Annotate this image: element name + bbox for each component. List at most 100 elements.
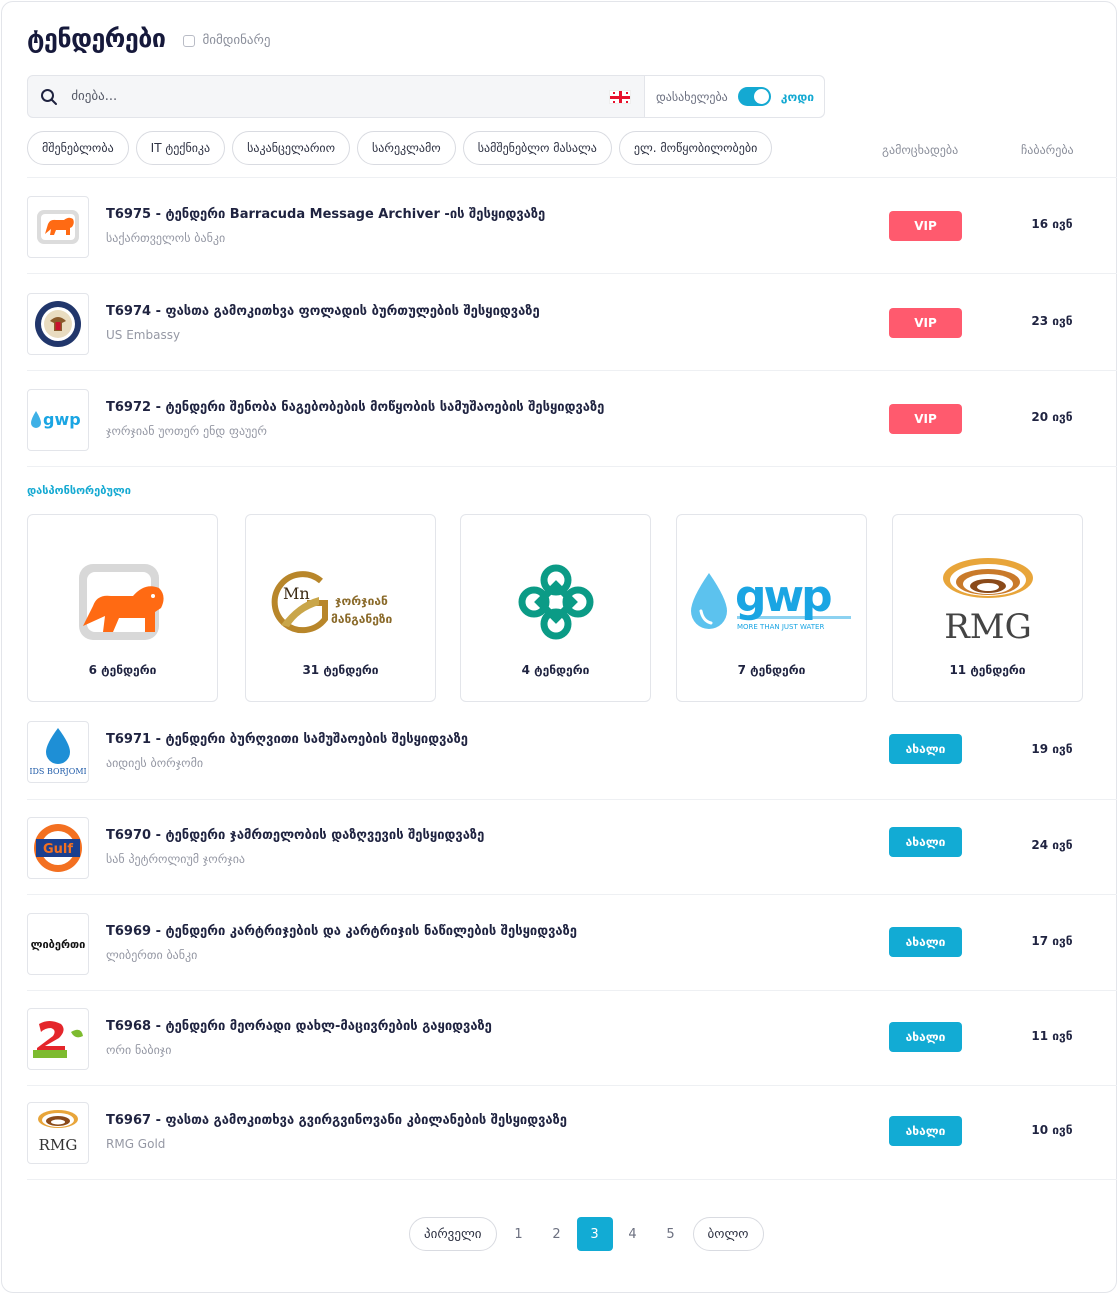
column-announce[interactable]: გამოცხადება — [882, 143, 958, 157]
toggle-label-code[interactable]: კოდი — [781, 90, 814, 104]
search-icon[interactable] — [28, 76, 69, 117]
sponsored-count: 7 ტენდერი — [737, 663, 806, 677]
sponsored-count: 6 ტენდერი — [88, 663, 157, 677]
tender-row[interactable]: Gulf T6970 - ტენდერი ჯამრთელობის დაზღვევ… — [27, 817, 1107, 879]
tender-title[interactable]: T6971 - ტენდერი ბურღვითი სამუშაოების შეს… — [106, 732, 468, 747]
gwp-logo-icon: gwp MORE THAN JUST WATER — [677, 547, 866, 657]
gulf-logo-icon: Gulf — [27, 817, 89, 879]
svg-text:ლიბერთი: ლიბერთი — [31, 938, 86, 951]
tender-title[interactable]: T6970 - ტენდერი ჯამრთელობის დაზღვევის შე… — [106, 828, 484, 843]
tender-row[interactable]: RMG T6967 - ფასთა გამოკითხვა გვირგვინოვა… — [27, 1102, 1107, 1164]
tender-deadline: 10 ივნ — [1031, 1123, 1073, 1137]
page-title: ტენდერები — [27, 24, 166, 53]
divider — [27, 990, 1117, 991]
search-input[interactable] — [69, 76, 590, 117]
tender-deadline: 17 ივნ — [1031, 934, 1073, 948]
svg-text:Gulf: Gulf — [43, 842, 73, 857]
search-mode-toggle[interactable] — [737, 87, 771, 106]
page-number[interactable]: 2 — [539, 1217, 575, 1251]
svg-text:მანგანეზი: მანგანეზი — [331, 612, 392, 626]
svg-text:ჯორჯიან: ჯორჯიან — [335, 594, 388, 608]
svg-text:MORE THAN JUST WATER: MORE THAN JUST WATER — [737, 623, 824, 631]
page-number[interactable]: 5 — [653, 1217, 689, 1251]
tender-title[interactable]: T6972 - ტენდერი შენობა ნაგებობების მოწყო… — [106, 400, 604, 415]
ids-borjomi-icon: IDS BORJOMI — [27, 721, 89, 783]
svg-text:gwp: gwp — [43, 410, 81, 429]
toggle-label-name[interactable]: დასახელება — [656, 90, 728, 104]
current-checkbox[interactable] — [183, 34, 196, 47]
status-badge: ახალი — [889, 927, 962, 957]
category-chip[interactable]: საკანცელარიო — [232, 131, 351, 165]
status-badge: ახალი — [889, 827, 962, 857]
tender-title[interactable]: T6969 - ტენდერი კარტრიჯების და კარტრიჯის… — [106, 924, 577, 939]
first-page-button[interactable]: პირველი — [409, 1217, 497, 1251]
divider — [27, 177, 1117, 178]
search-bar: დასახელება კოდი — [27, 75, 825, 118]
page-number[interactable]: 1 — [501, 1217, 537, 1251]
tender-organization: საქართველოს ბანკი — [106, 231, 226, 245]
status-badge: VIP — [889, 404, 962, 434]
column-deadline[interactable]: ჩაბარება — [1021, 143, 1074, 157]
tender-row[interactable]: IDS BORJOMI T6971 - ტენდერი ბურღვითი სამ… — [27, 721, 1107, 783]
us-embassy-seal-icon — [27, 293, 89, 355]
status-badge: ახალი — [889, 1116, 962, 1146]
status-badge: ახალი — [889, 1022, 962, 1052]
divider — [27, 1085, 1117, 1086]
tender-row[interactable]: T6974 - ფასთა გამოკითხვა ფოლადის ბურთულე… — [27, 293, 1107, 355]
category-chip[interactable]: მშენებლობა — [27, 131, 129, 165]
tender-row[interactable]: ლიბერთი T6969 - ტენდერი კარტრიჯების და კ… — [27, 913, 1107, 975]
tender-row[interactable]: T6975 - ტენდერი Barracuda Message Archiv… — [27, 196, 1107, 258]
divider — [27, 370, 1117, 371]
rmg-logo-icon: RMG — [27, 1102, 89, 1164]
tender-organization: სან პეტროლიუმ ჯორჯია — [106, 852, 245, 866]
sponsored-count: 11 ტენდერი — [949, 663, 1026, 677]
category-chips: მშენებლობა IT ტექნიკა საკანცელარიო სარეკ… — [27, 131, 779, 165]
sponsored-count: 4 ტენდერი — [521, 663, 590, 677]
divider — [27, 466, 1117, 467]
divider — [27, 1179, 1117, 1180]
current-label: მიმდინარე — [202, 33, 271, 48]
tender-deadline: 11 ივნ — [1031, 1029, 1073, 1043]
divider — [27, 799, 1117, 800]
current-filter[interactable]: მიმდინარე — [183, 33, 270, 48]
search-mode-toggle-group: დასახელება კოდი — [644, 76, 824, 117]
sponsored-card[interactable]: gwp MORE THAN JUST WATER 7 ტენდერი — [676, 514, 867, 702]
svg-text:Mn: Mn — [283, 584, 310, 603]
tender-title[interactable]: T6974 - ფასთა გამოკითხვა ფოლადის ბურთულე… — [106, 304, 540, 319]
page-number-current[interactable]: 3 — [576, 1217, 613, 1251]
sponsored-card[interactable]: 4 ტენდერი — [460, 514, 651, 702]
tender-title[interactable]: T6967 - ფასთა გამოკითხვა გვირგვინოვანი კ… — [106, 1113, 567, 1128]
category-chip[interactable]: სამშენებლო მასალა — [462, 131, 612, 165]
divider — [27, 273, 1117, 274]
svg-text:RMG: RMG — [39, 1136, 78, 1154]
tender-deadline: 19 ივნ — [1031, 742, 1073, 756]
sponsored-card[interactable]: 6 ტენდერი — [27, 514, 218, 702]
tender-row[interactable]: T6968 - ტენდერი მეორადი დახლ-მაცივრების … — [27, 1008, 1107, 1070]
status-badge: VIP — [889, 211, 962, 241]
header: ტენდერები მიმდინარე — [27, 24, 270, 53]
language-flag-button[interactable] — [595, 76, 644, 117]
category-chip[interactable]: IT ტექნიკა — [135, 131, 226, 165]
tender-title[interactable]: T6968 - ტენდერი მეორადი დახლ-მაცივრების … — [106, 1019, 492, 1034]
tender-organization: აიდიეს ბორჯომი — [106, 756, 204, 770]
sponsored-card[interactable]: Mn ჯორჯიან მანგანეზი 31 ტენდერი — [245, 514, 436, 702]
ori-nabiji-icon — [27, 1008, 89, 1070]
bog-lion-icon — [28, 547, 217, 657]
pagination: პირველი 1 2 3 4 5 ბოლო — [409, 1217, 764, 1251]
sponsored-count: 31 ტენდერი — [302, 663, 379, 677]
sponsored-card[interactable]: RMG 11 ტენდერი — [892, 514, 1083, 702]
category-chip[interactable]: სარეკლამო — [357, 131, 456, 165]
category-chip[interactable]: ელ. მოწყობილობები — [618, 131, 773, 165]
last-page-button[interactable]: ბოლო — [692, 1217, 764, 1251]
svg-text:gwp: gwp — [735, 571, 831, 622]
status-badge: ახალი — [889, 734, 962, 764]
georgia-flag-icon — [608, 89, 631, 104]
tender-title[interactable]: T6975 - ტენდერი Barracuda Message Archiv… — [106, 207, 545, 222]
page-number[interactable]: 4 — [615, 1217, 651, 1251]
tender-row[interactable]: gwp T6972 - ტენდერი შენობა ნაგებობების მ… — [27, 389, 1107, 451]
tender-deadline: 24 ივნ — [1031, 838, 1073, 852]
rmg-logo-icon: RMG — [893, 547, 1082, 657]
tender-organization: RMG Gold — [106, 1137, 166, 1151]
georgian-manganese-icon: Mn ჯორჯიან მანგანეზი — [246, 547, 435, 657]
knot-logo-icon — [461, 547, 650, 657]
